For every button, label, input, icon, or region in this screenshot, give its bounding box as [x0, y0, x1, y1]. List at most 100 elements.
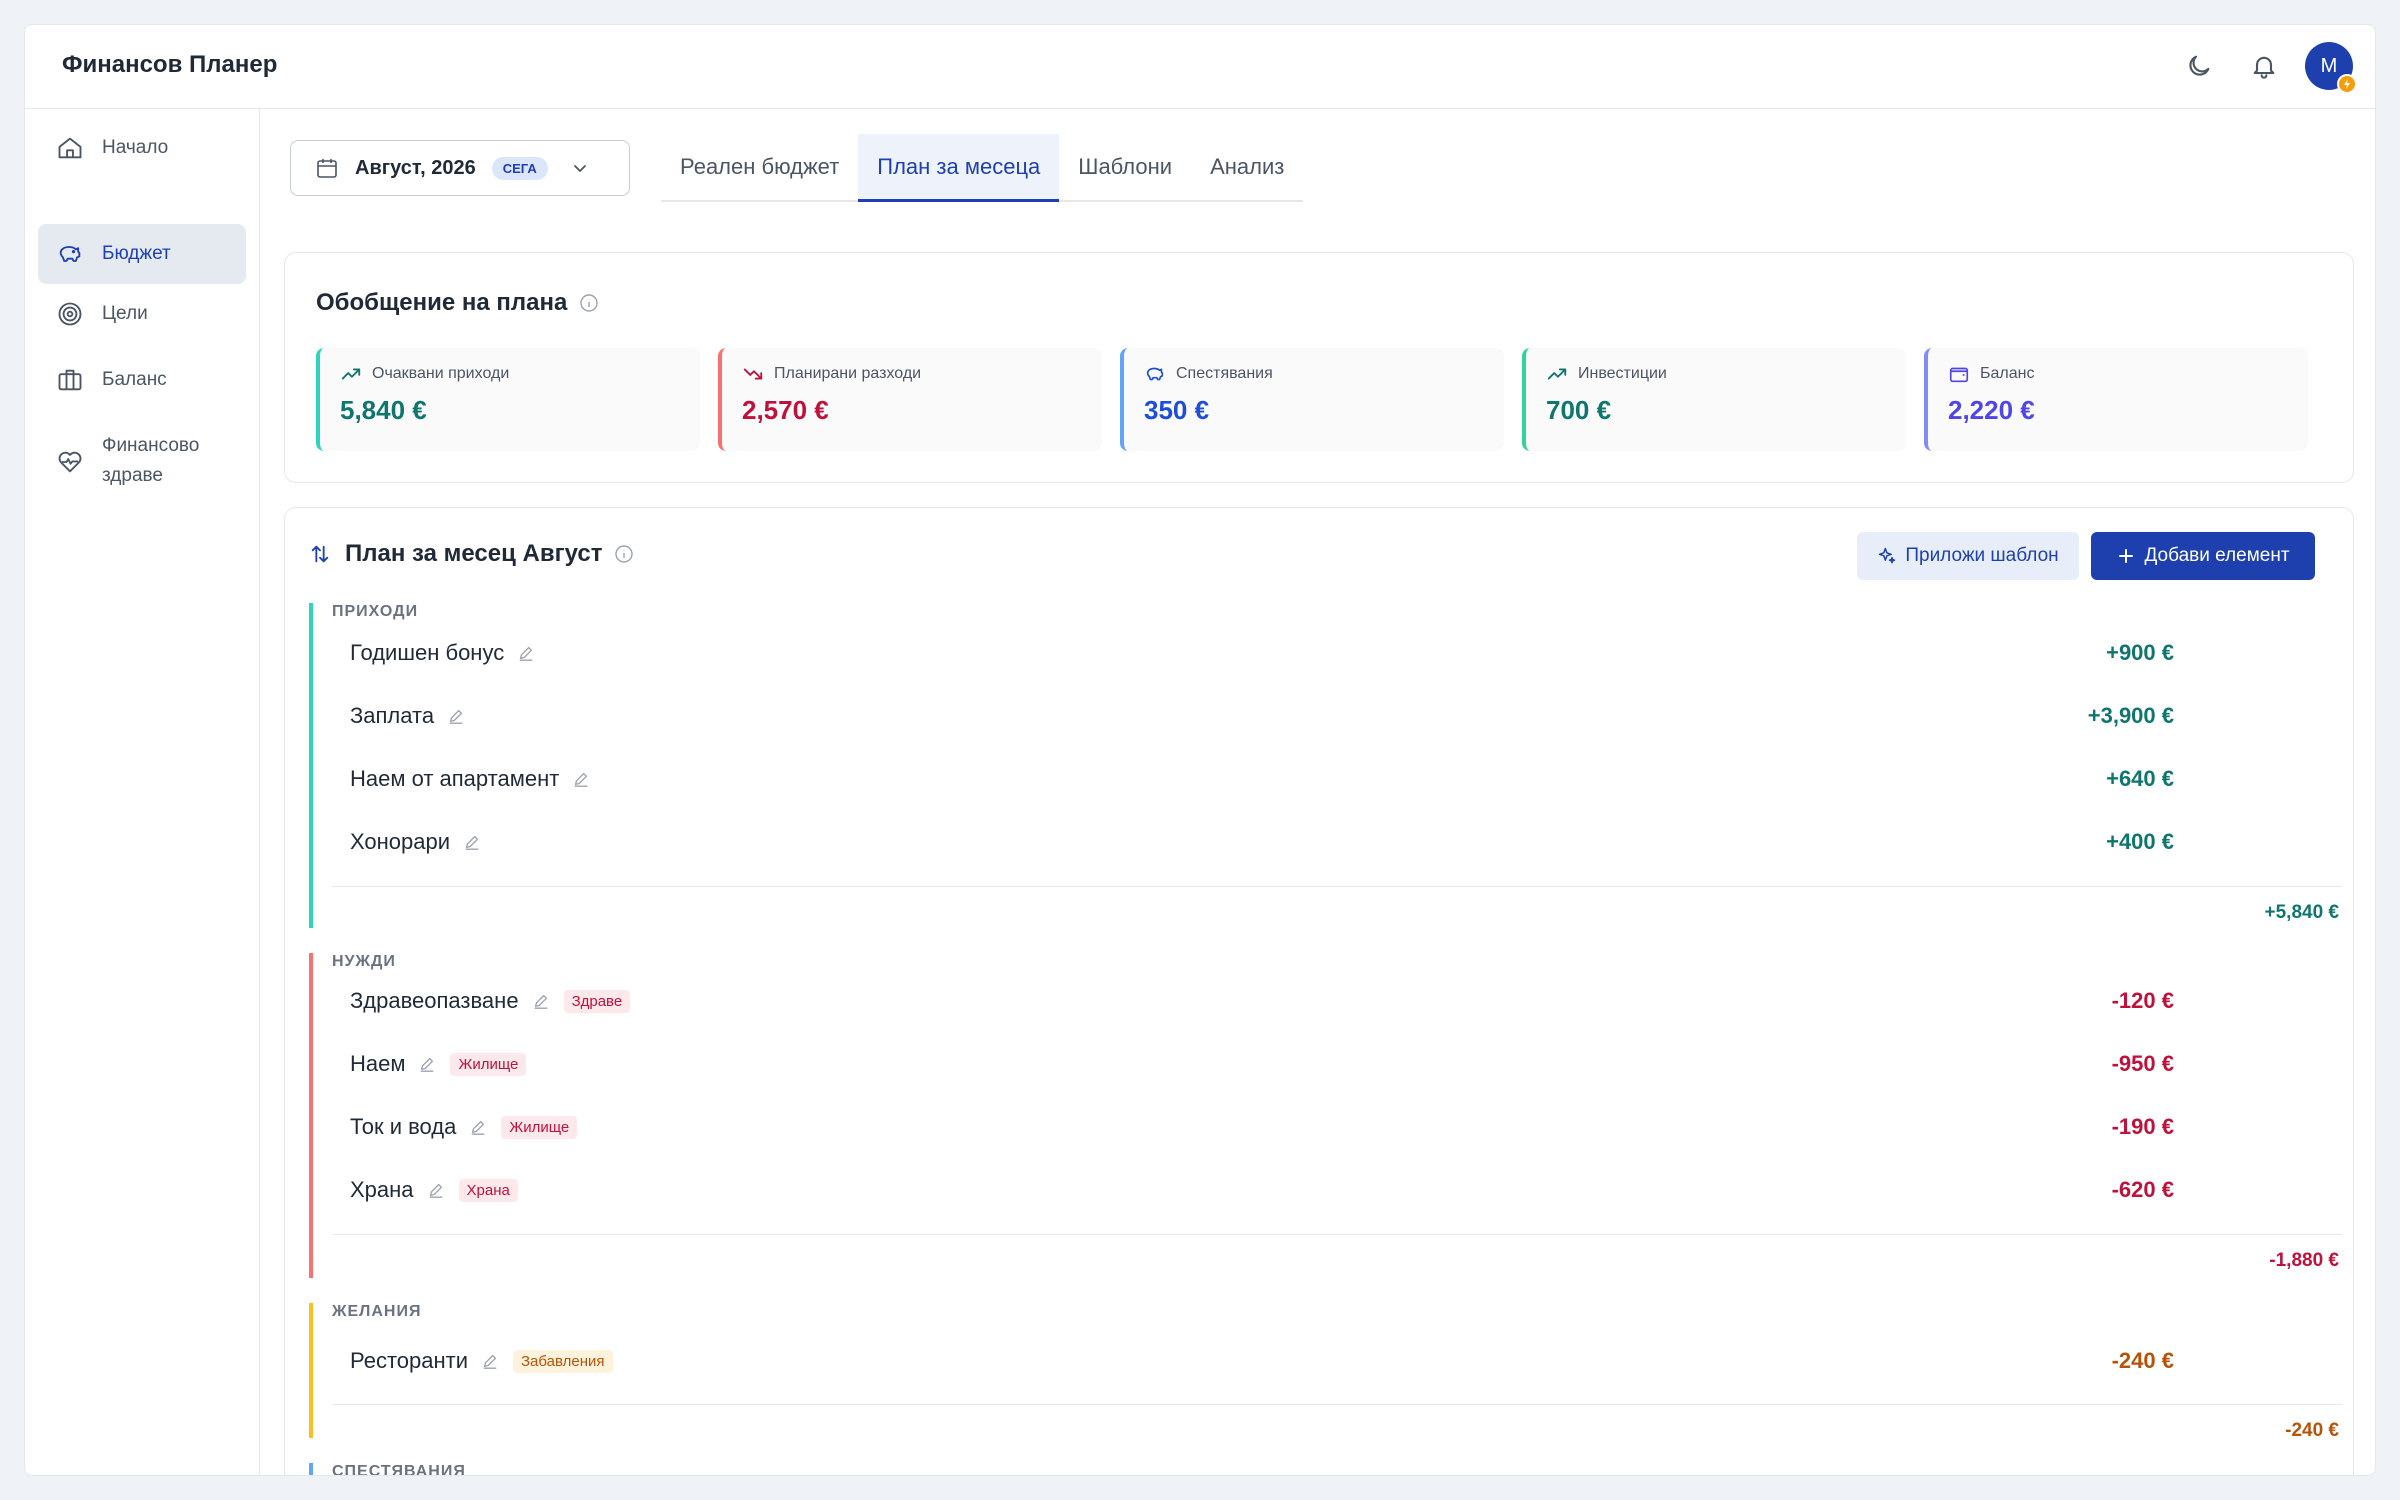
bell-icon	[2253, 56, 2275, 79]
sidebar-item-financial-health[interactable]: Финансово здраве	[38, 419, 218, 503]
stat-value: 5,840 €	[340, 395, 427, 425]
moon-icon	[2189, 55, 2210, 76]
row-name: Ток и вода	[350, 1114, 457, 1139]
notifications-button[interactable]	[2240, 42, 2288, 90]
trending-up-icon	[340, 363, 362, 385]
stat-expected-income: Очаквани приходи 5,840 €	[316, 348, 700, 451]
group-total: -1,880 €	[2269, 1250, 2339, 1271]
stat-balance: Баланс 2,220 €	[1924, 348, 2308, 451]
sort-arrows-icon[interactable]	[309, 543, 331, 565]
stat-value: 2,220 €	[1948, 395, 2035, 425]
row-name: Годишен бонус	[350, 640, 505, 665]
category-tag: Храна	[458, 1178, 518, 1202]
info-icon[interactable]	[614, 544, 634, 564]
sidebar-item-label: Начало	[102, 137, 169, 158]
edit-pencil-icon[interactable]	[418, 1055, 436, 1073]
add-item-label: Добави елемент	[2144, 545, 2290, 566]
sidebar-item-balance[interactable]: Баланс	[38, 353, 246, 407]
category-tag: Забавления	[513, 1349, 613, 1373]
group-savings: СПЕСТЯВАНИЯ	[309, 1463, 2339, 1476]
sidebar-item-label: Цели	[102, 303, 148, 324]
edit-pencil-icon[interactable]	[572, 770, 590, 788]
row-name: Наем от апартамент	[350, 766, 560, 791]
edit-pencil-icon[interactable]	[469, 1118, 487, 1136]
sidebar-item-goals[interactable]: Цели	[38, 287, 246, 341]
category-tag: Жилище	[450, 1052, 527, 1076]
user-avatar[interactable]: M	[2305, 42, 2357, 94]
group-income: ПРИХОДИ Годишен бонус +900 € Заплата +3,…	[309, 603, 2342, 928]
plan-row[interactable]: Заплата +3,900 €	[350, 696, 2274, 736]
row-name: Здравеопазване	[350, 988, 519, 1013]
row-name: Ресторанти	[350, 1348, 468, 1373]
wallet-icon	[1948, 363, 1970, 385]
edit-pencil-icon[interactable]	[463, 833, 481, 851]
piggy-bank-icon	[1144, 363, 1166, 385]
row-name: Заплата	[350, 703, 435, 728]
plan-row[interactable]: Ресторанти Забавления -240 €	[350, 1341, 2274, 1381]
month-selector[interactable]: Август, 2026 СЕГА	[290, 140, 630, 196]
tab-analysis[interactable]: Анализ	[1191, 134, 1303, 200]
plan-row[interactable]: Ток и вода Жилище -190 €	[350, 1107, 2274, 1147]
monthly-plan-card: План за месец Август Приложи шаблон Доба…	[284, 507, 2354, 1476]
dark-mode-toggle[interactable]	[2175, 42, 2223, 90]
main-content: Август, 2026 СЕГА Реален бюджет План за …	[260, 109, 2375, 1476]
category-tag: Здраве	[563, 989, 631, 1013]
trending-down-icon	[742, 363, 764, 385]
info-icon[interactable]	[579, 293, 599, 313]
stat-label: Баланс	[1980, 365, 2035, 382]
stat-planned-expenses: Планирани разходи 2,570 €	[718, 348, 1102, 451]
category-tag: Жилище	[501, 1115, 578, 1139]
edit-pencil-icon[interactable]	[481, 1352, 499, 1370]
row-amount: +640 €	[2106, 766, 2174, 791]
app-window: Финансов Планер M Начало Бюджет Цели Бал…	[24, 24, 2376, 1476]
plan-row[interactable]: Храна Храна -620 €	[350, 1170, 2274, 1210]
plus-icon	[2119, 549, 2134, 563]
trending-up-icon	[1546, 363, 1568, 385]
stat-value: 700 €	[1546, 395, 1612, 425]
sidebar-item-home[interactable]: Начало	[38, 121, 246, 175]
stat-label: Очаквани приходи	[372, 365, 510, 382]
plan-summary-card: Обобщение на плана Очаквани приходи 5,84…	[284, 252, 2354, 483]
edit-pencil-icon[interactable]	[427, 1181, 445, 1199]
chevron-down-icon	[573, 165, 586, 173]
tab-monthly-plan[interactable]: План за месеца	[858, 134, 1060, 202]
group-divider	[332, 1404, 2342, 1405]
plan-row[interactable]: Наем Жилище -950 €	[350, 1044, 2274, 1084]
row-amount: +900 €	[2106, 640, 2174, 665]
plan-row[interactable]: Хонорари +400 €	[350, 822, 2274, 862]
sidebar-item-budget[interactable]: Бюджет	[38, 224, 246, 284]
plan-row[interactable]: Здравеопазване Здраве -120 €	[350, 981, 2274, 1021]
group-label: ПРИХОДИ	[332, 603, 419, 620]
stat-value: 2,570 €	[742, 395, 829, 425]
group-total: -240 €	[2285, 1420, 2339, 1441]
edit-pencil-icon[interactable]	[517, 644, 535, 662]
lightning-badge-icon	[2337, 74, 2357, 94]
edit-pencil-icon[interactable]	[532, 992, 550, 1010]
month-value: Август, 2026	[355, 156, 476, 179]
current-month-badge: СЕГА	[491, 156, 548, 180]
row-amount: -120 €	[2111, 988, 2174, 1013]
summary-title-text: Обобщение на плана	[316, 289, 568, 316]
row-amount: -190 €	[2111, 1114, 2174, 1139]
briefcase-icon	[55, 365, 85, 395]
tab-real-budget[interactable]: Реален бюджет	[661, 134, 858, 200]
tab-bar: Реален бюджет План за месеца Шаблони Ана…	[661, 134, 1304, 202]
sidebar: Начало Бюджет Цели Баланс Финансово здра…	[25, 109, 260, 1475]
row-amount: +3,900 €	[2087, 703, 2174, 728]
summary-title: Обобщение на плана	[316, 289, 599, 317]
apply-template-button[interactable]: Приложи шаблон	[1857, 532, 2079, 580]
top-bar: Финансов Планер M	[25, 25, 2375, 109]
group-total: +5,840 €	[2264, 902, 2340, 923]
group-label: СПЕСТЯВАНИЯ	[332, 1463, 466, 1476]
plan-row[interactable]: Годишен бонус +900 €	[350, 633, 2274, 673]
tab-templates[interactable]: Шаблони	[1059, 134, 1191, 200]
group-divider	[332, 1234, 2342, 1235]
app-title: Финансов Планер	[62, 51, 278, 78]
row-amount: -240 €	[2111, 1348, 2174, 1373]
add-item-button[interactable]: Добави елемент	[2091, 532, 2315, 580]
group-divider	[332, 886, 2342, 887]
plan-title: План за месец Август	[309, 540, 634, 568]
row-amount: -620 €	[2111, 1177, 2174, 1202]
plan-row[interactable]: Наем от апартамент +640 €	[350, 759, 2274, 799]
edit-pencil-icon[interactable]	[447, 707, 465, 725]
